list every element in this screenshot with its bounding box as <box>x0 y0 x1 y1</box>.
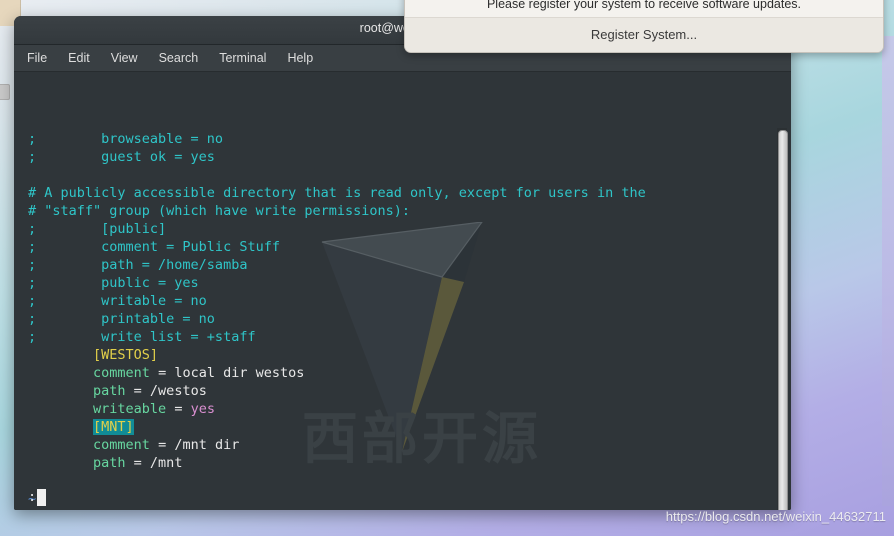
config-value: = /westos <box>125 383 207 399</box>
comment-text: # "staff" group (which have write permis… <box>28 203 411 219</box>
comment-text: ; browseable = no <box>28 131 224 147</box>
comment-text: ; write list = +staff <box>28 329 256 345</box>
config-value: = /mnt <box>125 455 183 471</box>
config-value: = local dir westos <box>149 365 305 381</box>
config-key: comment <box>93 365 150 381</box>
terminal-scrollbar-thumb[interactable] <box>778 130 788 510</box>
register-system-button[interactable]: Register System... <box>405 18 883 52</box>
buffer-line: ; public = yes <box>28 274 646 292</box>
terminal-body[interactable]: 西部开源 ; browseable = no; guest ok = yes #… <box>14 72 791 510</box>
buffer-line: comment = /mnt dir <box>28 436 646 454</box>
buffer-line: ; write list = +staff <box>28 328 646 346</box>
menu-item-terminal[interactable]: Terminal <box>216 50 269 66</box>
config-value: = /mnt dir <box>149 437 240 453</box>
config-key: path <box>93 383 126 399</box>
notification-message: Please register your system to receive s… <box>405 0 883 18</box>
buffer-line: ; printable = no <box>28 310 646 328</box>
menu-item-edit[interactable]: Edit <box>65 50 93 66</box>
vim-empty-line-marker: ~ <box>28 509 36 510</box>
menu-item-search[interactable]: Search <box>156 50 202 66</box>
buffer-line: ~ <box>28 508 646 510</box>
comment-text: ; path = /home/samba <box>28 257 248 273</box>
terminal-window[interactable]: root@westoslin File Edit View Search Termina… <box>14 16 791 510</box>
config-separator: = <box>166 401 191 417</box>
desktop-right-band <box>882 36 894 506</box>
menu-item-file[interactable]: File <box>24 50 50 66</box>
text-cursor <box>37 488 47 506</box>
comment-text: ; comment = Public Stuff <box>28 239 280 255</box>
comment-text: ; public = yes <box>28 275 199 291</box>
config-key: writeable <box>93 401 167 417</box>
vim-command-prompt: : <box>28 489 37 505</box>
buffer-line: [MNT] <box>28 418 646 436</box>
buffer-line: # "staff" group (which have write permis… <box>28 202 646 220</box>
comment-text: ; [public] <box>28 221 167 237</box>
buffer-line: comment = local dir westos <box>28 364 646 382</box>
buffer-line: path = /mnt <box>28 454 646 472</box>
buffer-line: [WESTOS] <box>28 346 646 364</box>
terminal-scrollbar-track[interactable] <box>777 128 788 510</box>
menu-item-view[interactable]: View <box>108 50 141 66</box>
buffer-line: # A publicly accessible directory that i… <box>28 184 646 202</box>
comment-text: ; writable = no <box>28 293 207 309</box>
buffer-line: ; comment = Public Stuff <box>28 238 646 256</box>
buffer-line: ; writable = no <box>28 292 646 310</box>
vim-status-line: : <box>28 488 47 506</box>
buffer-line: ; path = /home/samba <box>28 256 646 274</box>
registration-notification[interactable]: Please register your system to receive s… <box>404 0 884 53</box>
comment-text: ; guest ok = yes <box>28 149 215 165</box>
desktop-edge-chip <box>0 84 10 100</box>
config-key: comment <box>93 437 150 453</box>
vim-buffer-text[interactable]: ; browseable = no ; guest ok = yes # A pu… <box>14 72 646 510</box>
comment-text: ; printable = no <box>28 311 215 327</box>
buffer-line: ; guest ok = yes <box>28 148 646 166</box>
comment-text: # A publicly accessible directory that i… <box>28 185 646 201</box>
buffer-line: ~ <box>28 490 646 508</box>
config-value: yes <box>190 401 215 417</box>
buffer-line: path = /westos <box>28 382 646 400</box>
section-header-selected: [MNT] <box>93 419 134 435</box>
buffer-line: ; browseable = no <box>28 130 646 148</box>
menu-item-help[interactable]: Help <box>284 50 316 66</box>
desktop: root@westoslin File Edit View Search Termina… <box>0 0 894 536</box>
buffer-line: writeable = yes <box>28 400 646 418</box>
blog-url-watermark: https://blog.csdn.net/weixin_44632711 <box>665 509 886 524</box>
buffer-line: ; [public] <box>28 220 646 238</box>
section-header: [WESTOS] <box>93 347 159 363</box>
config-key: path <box>93 455 126 471</box>
